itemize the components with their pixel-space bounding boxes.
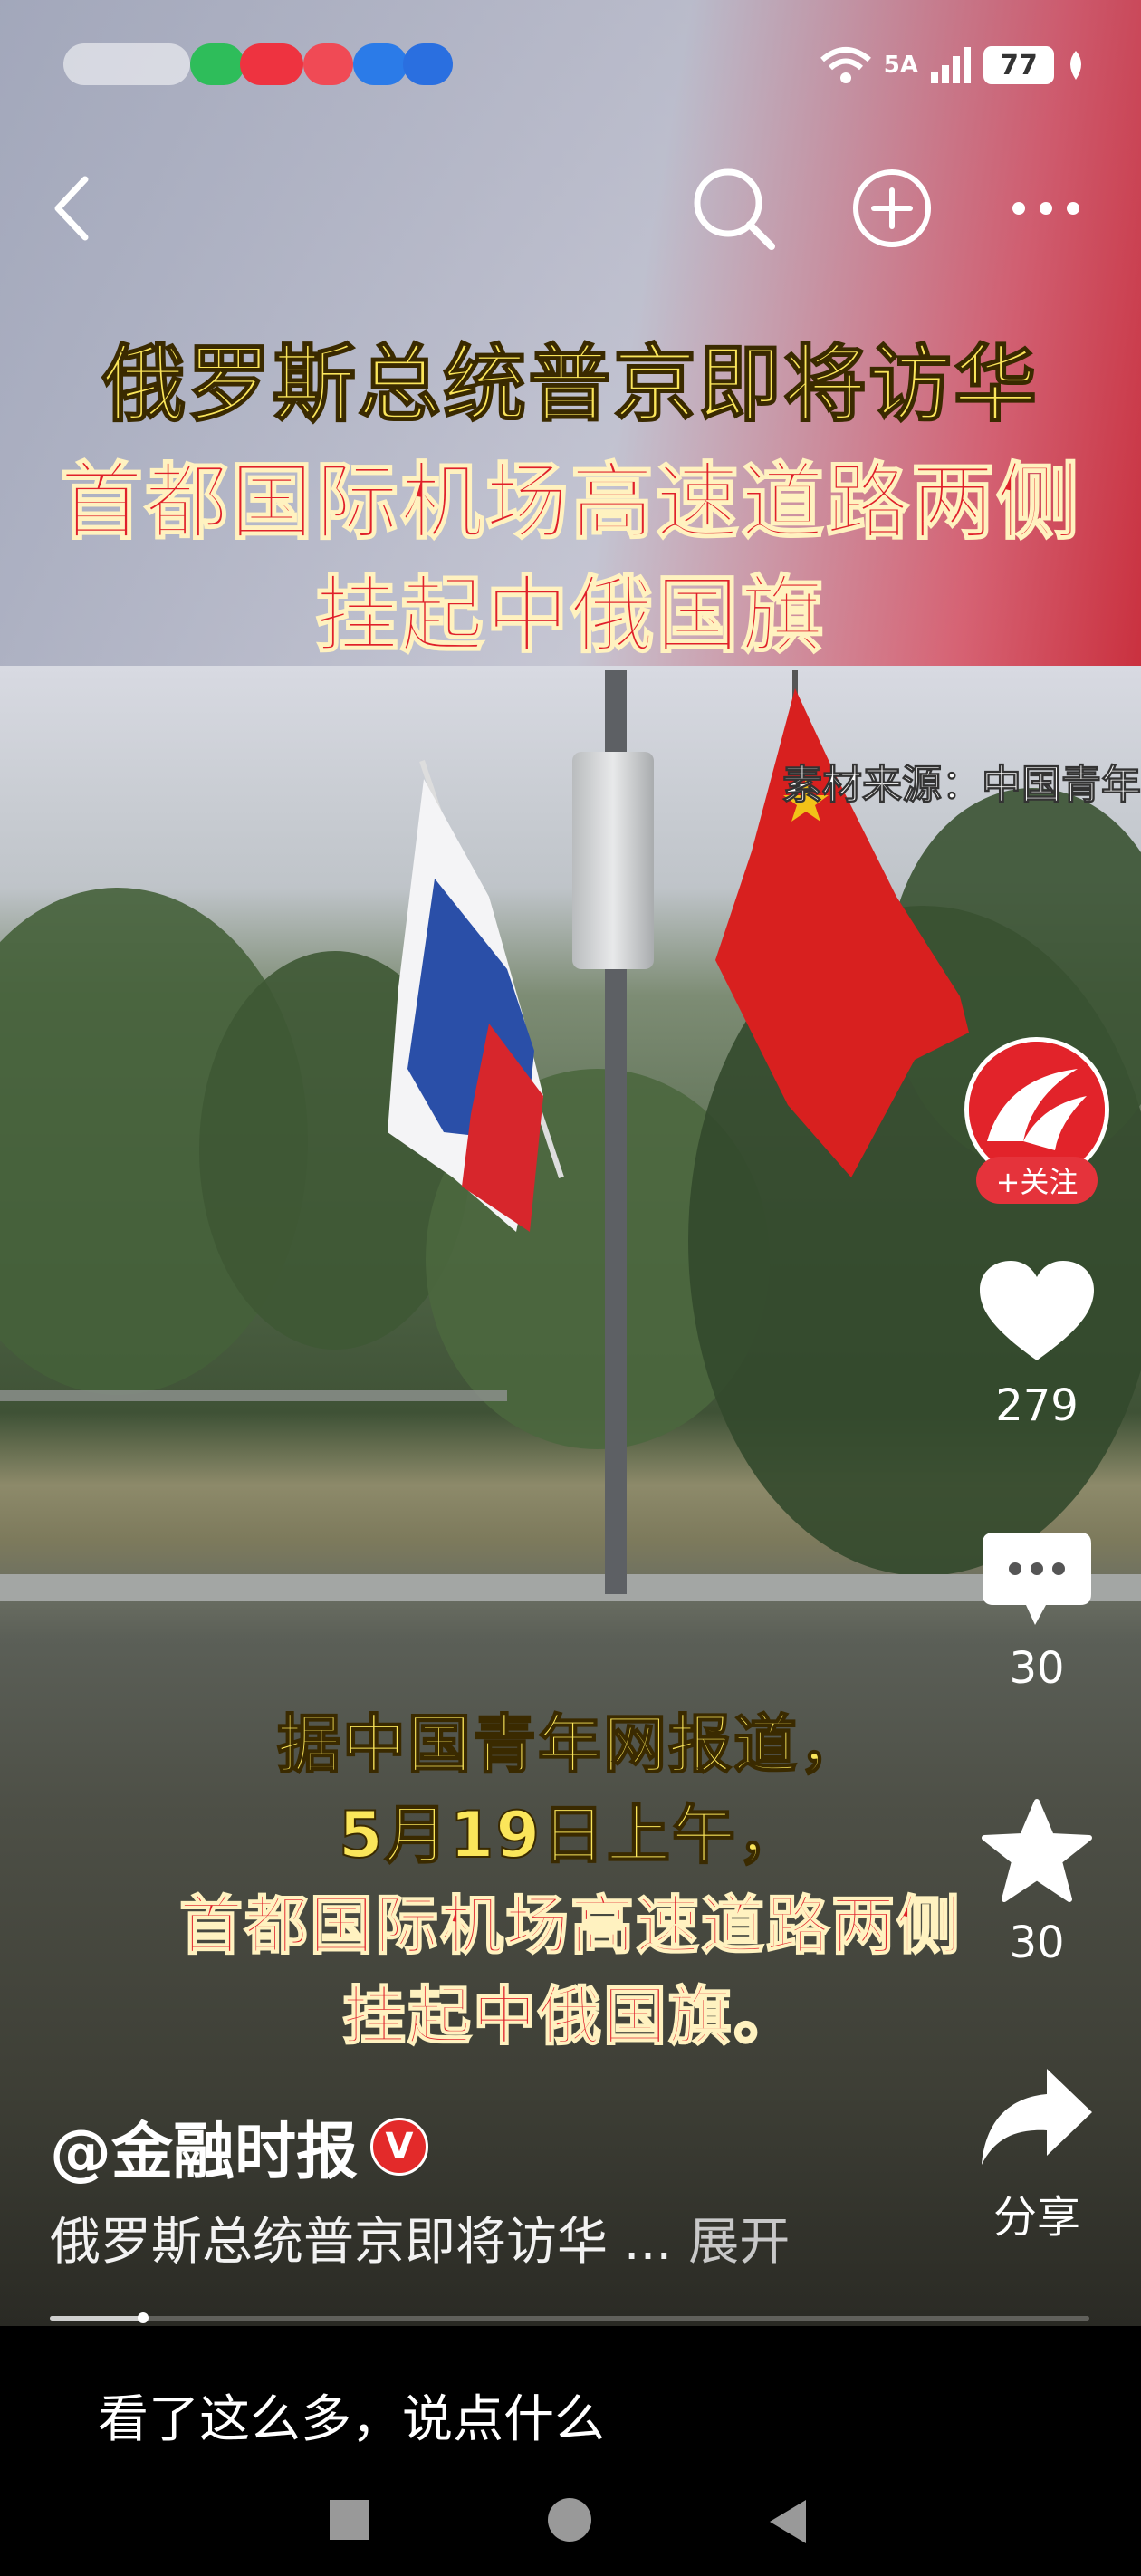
blurred-notification xyxy=(353,43,408,85)
more-dots-icon xyxy=(1012,202,1079,215)
chinese-flag xyxy=(715,670,969,1177)
blurred-notification xyxy=(303,43,353,85)
create-button[interactable] xyxy=(847,163,937,254)
comment-action[interactable]: 30 xyxy=(969,1531,1105,1694)
blurred-notification xyxy=(240,43,303,85)
search-icon xyxy=(694,168,775,250)
like-count: 279 xyxy=(995,1380,1079,1431)
headline-line-3: 挂起中俄国旗 xyxy=(314,566,826,665)
blurred-notification xyxy=(190,43,244,85)
expand-link[interactable]: 展开 xyxy=(688,2213,790,2272)
comment-input[interactable]: 看了这么多，说点什么 xyxy=(98,2379,605,2452)
subtitle-line-1: 据中国青年网报道， xyxy=(276,1706,864,1783)
more-button[interactable] xyxy=(1001,163,1091,254)
progress-fill xyxy=(50,2316,144,2321)
search-button[interactable] xyxy=(688,163,779,254)
headline-line-2: 首都国际机场高速道路两侧 xyxy=(59,453,1081,552)
square-icon xyxy=(330,2500,369,2540)
heart-icon xyxy=(980,1261,1094,1360)
leaf-icon xyxy=(1070,51,1081,80)
plus-circle-icon xyxy=(853,169,931,247)
comment-icon xyxy=(983,1533,1091,1625)
post-description[interactable]: 俄罗斯总统普京即将访华 ... 展开 xyxy=(50,2201,790,2274)
star-icon xyxy=(982,1799,1092,1902)
signal-icon xyxy=(931,47,971,83)
favorite-action[interactable]: 30 xyxy=(969,1798,1105,1968)
video-progress-bar[interactable] xyxy=(50,2312,1089,2323)
blurred-notification xyxy=(403,43,453,85)
source-tag: 素材来源：中国青年 xyxy=(782,762,1141,809)
triangle-back-icon xyxy=(770,2500,806,2543)
like-action[interactable]: 279 xyxy=(969,1259,1105,1431)
author-name[interactable]: @金融时报 xyxy=(50,2101,358,2191)
wifi-icon xyxy=(820,47,871,83)
share-arrow-icon xyxy=(982,2069,1092,2165)
back-system-button[interactable] xyxy=(768,2498,808,2549)
recents-button[interactable] xyxy=(328,2498,371,2545)
battery-indicator: 77 xyxy=(983,46,1054,84)
author-name-row[interactable]: @金融时报 V xyxy=(50,2101,429,2191)
network-type: 5A xyxy=(883,52,918,79)
headline-line-1: 俄罗斯总统普京即将访华 xyxy=(101,335,1039,434)
share-action[interactable]: 分享 xyxy=(969,2065,1105,2244)
video-player[interactable]: 俄罗斯总统普京即将访华 首都国际机场高速道路两侧 挂起中俄国旗 素材来源：中国青… xyxy=(0,0,1141,2326)
circle-icon xyxy=(548,2498,591,2542)
guard-rail xyxy=(0,1390,507,1401)
comment-count: 30 xyxy=(1009,1643,1065,1694)
blurred-notification xyxy=(63,43,190,85)
home-button[interactable] xyxy=(545,2498,594,2551)
share-label: 分享 xyxy=(992,2192,1080,2243)
subtitle-line-4: 挂起中俄国旗。 xyxy=(341,1978,799,2054)
description-text: 俄罗斯总统普京即将访华 ... xyxy=(50,2213,673,2272)
back-button[interactable] xyxy=(27,163,118,254)
russian-flag xyxy=(388,760,564,1232)
follow-button[interactable]: +关注 xyxy=(976,1157,1098,1204)
favorite-count: 30 xyxy=(1009,1918,1065,1968)
verified-badge: V xyxy=(370,2117,429,2176)
chevron-left-icon xyxy=(54,176,89,241)
